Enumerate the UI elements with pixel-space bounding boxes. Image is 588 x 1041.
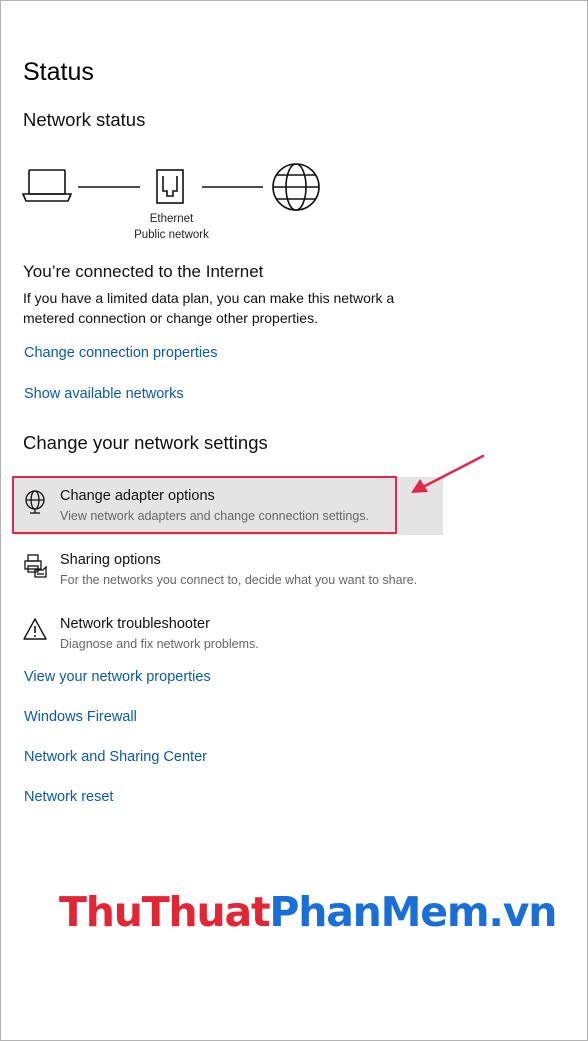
network-profile-label: Public network <box>134 229 209 241</box>
watermark-logo: ThuThuatPhanMem.vn <box>59 888 557 936</box>
sharing-options-item[interactable]: Sharing options For the networks you con… <box>14 541 443 599</box>
network-sharing-center-link[interactable]: Network and Sharing Center <box>24 749 207 765</box>
connection-status-heading: You’re connected to the Internet <box>23 262 264 281</box>
laptop-icon <box>22 169 73 202</box>
globe-icon <box>272 163 320 211</box>
connection-type-label: Ethernet <box>149 213 194 225</box>
network-reset-link[interactable]: Network reset <box>24 789 113 805</box>
watermark-part-1: ThuThuat <box>59 888 271 936</box>
ethernet-port-icon <box>156 169 184 204</box>
change-network-settings-heading: Change your network settings <box>23 432 268 453</box>
annotation-arrow <box>411 454 485 493</box>
option-title: Sharing options <box>60 552 161 568</box>
network-status-heading: Network status <box>23 109 146 130</box>
sharing-printer-icon <box>24 554 47 578</box>
view-network-properties-link[interactable]: View your network properties <box>24 669 211 685</box>
option-title: Network troubleshooter <box>60 616 210 632</box>
network-diagram <box>22 163 320 211</box>
page-title: Status <box>23 58 94 86</box>
change-connection-properties-link[interactable]: Change connection properties <box>24 345 217 361</box>
annotation-highlight-box <box>12 476 397 534</box>
option-subtitle: Diagnose and fix network problems. <box>60 637 259 651</box>
connection-description: If you have a limited data plan, you can… <box>23 290 395 326</box>
warning-triangle-icon <box>23 618 47 640</box>
network-troubleshooter-item[interactable]: Network troubleshooter Diagnose and fix … <box>14 605 443 663</box>
windows-firewall-link[interactable]: Windows Firewall <box>24 709 137 725</box>
watermark-part-3: .vn <box>488 888 557 936</box>
show-available-networks-link[interactable]: Show available networks <box>24 386 184 402</box>
option-subtitle: For the networks you connect to, decide … <box>60 573 418 587</box>
watermark-part-2: PhanMem <box>269 888 489 936</box>
